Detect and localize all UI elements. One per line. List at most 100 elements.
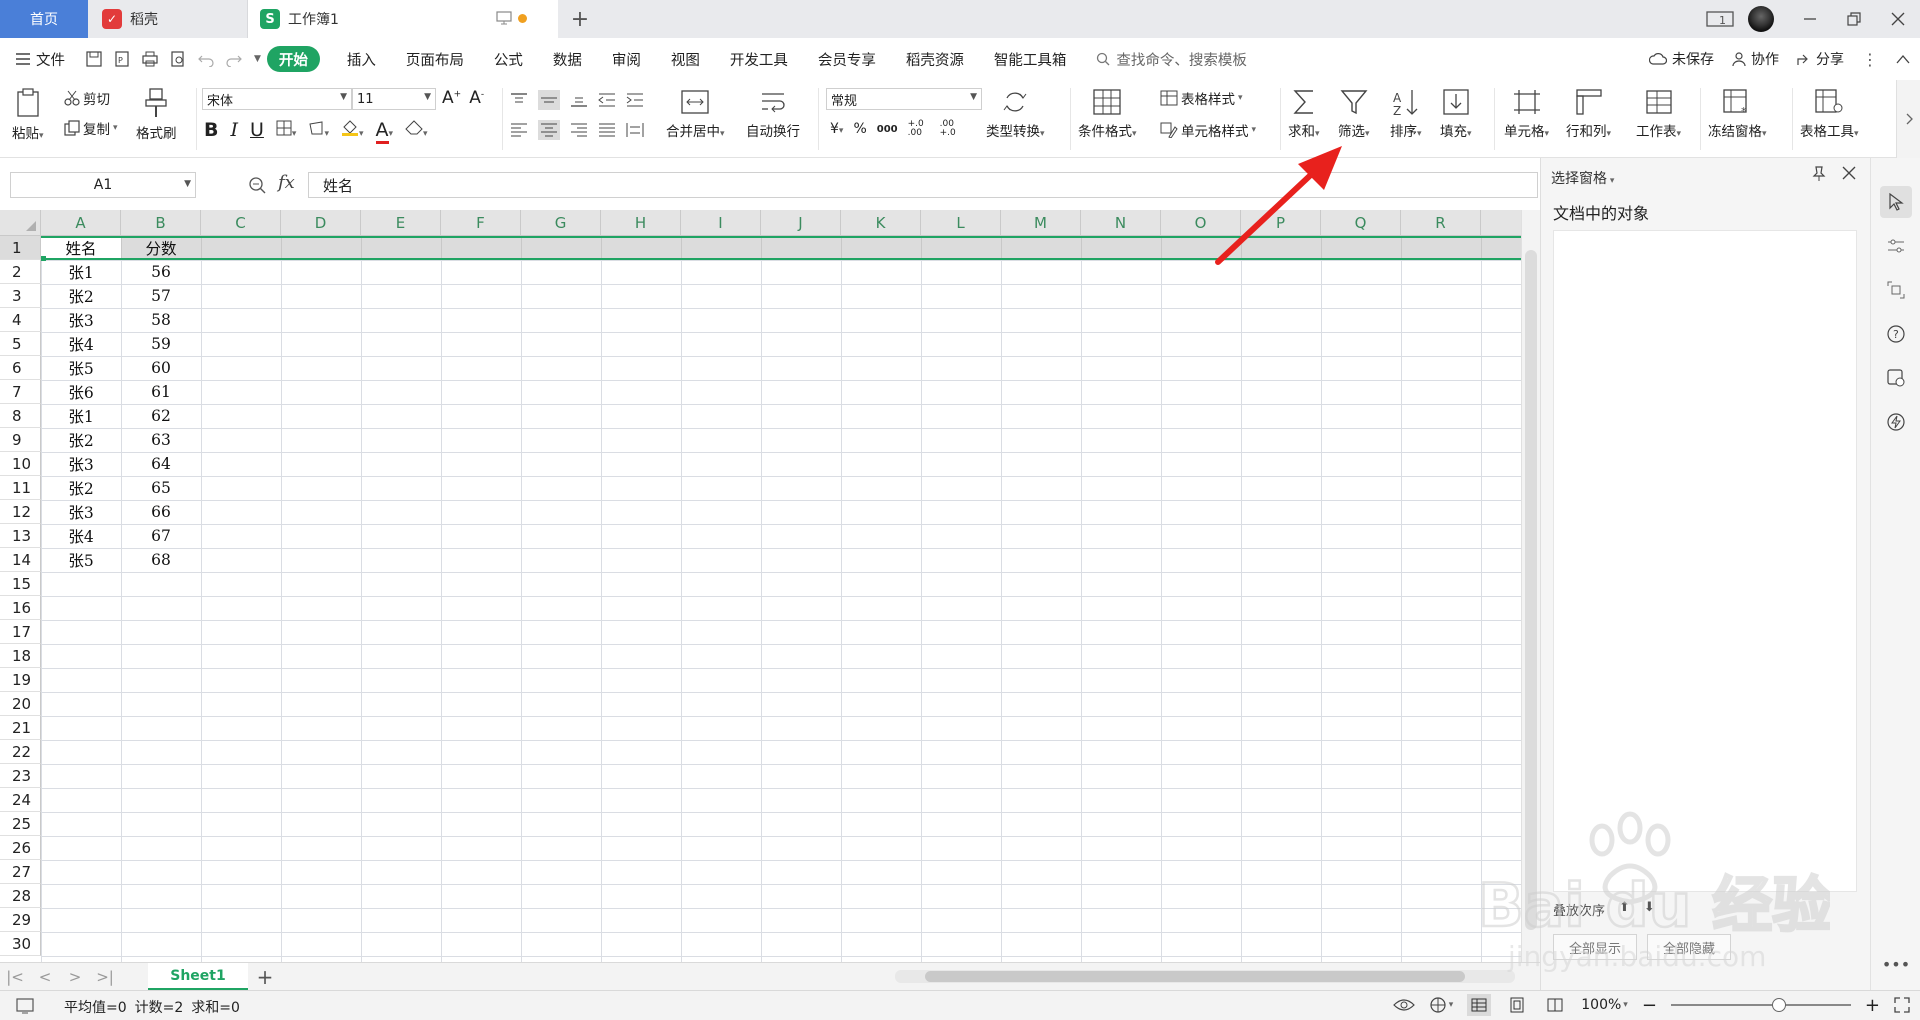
horizontal-scrollbar[interactable]: [895, 970, 1515, 983]
row-header-1[interactable]: 1: [0, 236, 41, 260]
minimize-button[interactable]: [1788, 0, 1832, 38]
file-menu[interactable]: 文件: [0, 38, 80, 80]
justify-icon[interactable]: [598, 122, 616, 138]
column-header-i[interactable]: I: [681, 210, 761, 236]
cell-a6[interactable]: 张5: [41, 356, 121, 380]
row-header-8[interactable]: 8: [0, 404, 41, 428]
row-header-25[interactable]: 25: [0, 812, 41, 836]
cell-a2[interactable]: 张1: [41, 260, 121, 284]
align-bottom-icon[interactable]: [570, 92, 588, 108]
restore-button[interactable]: [1832, 0, 1876, 38]
horizontal-scroll-thumb[interactable]: [925, 971, 1465, 982]
filter-button[interactable]: 筛选▾: [1338, 88, 1370, 140]
cell-b10[interactable]: 64: [121, 452, 201, 476]
decrease-font-icon[interactable]: A-: [469, 88, 484, 108]
row-header-2[interactable]: 2: [0, 260, 41, 284]
macro-record-icon[interactable]: [16, 998, 36, 1014]
rail-properties-button[interactable]: [1880, 230, 1912, 262]
align-middle-icon[interactable]: [538, 90, 560, 110]
decrease-indent-icon[interactable]: [598, 92, 616, 108]
tab-page-layout[interactable]: 页面布局: [391, 38, 479, 80]
currency-format-button[interactable]: ¥▾: [830, 121, 843, 137]
rail-select-button[interactable]: [1880, 186, 1912, 218]
cell-b2[interactable]: 56: [121, 260, 201, 284]
share-button[interactable]: 分享: [1797, 49, 1844, 69]
rail-chart-button[interactable]: [1880, 362, 1912, 394]
export-pdf-icon[interactable]: P: [114, 51, 130, 67]
row-header-18[interactable]: 18: [0, 644, 41, 668]
next-sheet-button[interactable]: >: [60, 968, 90, 986]
column-header-m[interactable]: M: [1001, 210, 1081, 236]
close-window-button[interactable]: [1876, 0, 1920, 38]
unsaved-button[interactable]: 未保存: [1649, 49, 1714, 69]
cell-a11[interactable]: 张2: [41, 476, 121, 500]
align-right-icon[interactable]: [570, 122, 588, 138]
row-header-9[interactable]: 9: [0, 428, 41, 452]
tab-docer-resources[interactable]: 稻壳资源: [891, 38, 979, 80]
clear-format-icon[interactable]: ▾: [405, 119, 428, 141]
tab-developer[interactable]: 开发工具: [715, 38, 803, 80]
underline-icon[interactable]: U: [250, 119, 264, 141]
column-header-n[interactable]: N: [1081, 210, 1161, 236]
select-all-corner[interactable]: [0, 210, 41, 236]
command-search[interactable]: 查找命令、搜索模板: [1081, 38, 1262, 80]
insert-function-button[interactable]: fx: [278, 172, 295, 193]
rail-quick-button[interactable]: [1880, 406, 1912, 438]
paste-button[interactable]: 粘贴▾: [12, 88, 44, 142]
copy-button[interactable]: 复制 ▾: [64, 118, 118, 138]
tab-home-ribbon[interactable]: 开始: [266, 46, 320, 72]
row-header-20[interactable]: 20: [0, 692, 41, 716]
row-header-11[interactable]: 11: [0, 476, 41, 500]
selection-pane-title[interactable]: 选择窗格 ▾: [1551, 168, 1614, 188]
font-color-icon[interactable]: A▾: [375, 118, 393, 144]
zoom-out-button[interactable]: −: [1642, 995, 1657, 1016]
bold-icon[interactable]: B: [204, 119, 218, 141]
font-name-select[interactable]: 宋体 ▼: [202, 88, 352, 110]
cell-b14[interactable]: 68: [121, 548, 201, 572]
cell-a14[interactable]: 张5: [41, 548, 121, 572]
tab-docer[interactable]: ✓ 稻壳: [88, 0, 248, 38]
font-size-select[interactable]: 11 ▼: [352, 88, 436, 110]
ribbon-scroll-right[interactable]: [1896, 80, 1920, 158]
tab-smart-toolbox[interactable]: 智能工具箱: [979, 38, 1082, 80]
zoom-formula-icon[interactable]: [248, 176, 268, 194]
table-style-button[interactable]: 表格样式 ▾: [1160, 88, 1243, 108]
prev-sheet-button[interactable]: <: [30, 968, 60, 986]
cell-a8[interactable]: 张1: [41, 404, 121, 428]
cell-b6[interactable]: 60: [121, 356, 201, 380]
column-header-g[interactable]: G: [521, 210, 601, 236]
name-box[interactable]: A1 ▼: [10, 172, 196, 198]
tab-member[interactable]: 会员专享: [803, 38, 891, 80]
pin-icon[interactable]: [1812, 166, 1826, 182]
quick-access-more-icon[interactable]: ▼: [254, 54, 261, 64]
fill-color-icon[interactable]: ▾: [341, 118, 364, 141]
cell-b8[interactable]: 62: [121, 404, 201, 428]
increase-indent-icon[interactable]: [626, 92, 644, 108]
tab-home[interactable]: 首页: [0, 0, 88, 38]
worksheet-button[interactable]: 工作表▾: [1636, 88, 1681, 140]
collaborate-button[interactable]: 协作: [1732, 49, 1779, 69]
cell-a9[interactable]: 张2: [41, 428, 121, 452]
print-icon[interactable]: [142, 51, 158, 67]
cut-button[interactable]: 剪切: [64, 88, 110, 108]
header-cell-b[interactable]: 分数: [121, 236, 201, 260]
tab-workbook[interactable]: S 工作簿1: [248, 0, 558, 38]
column-header-e[interactable]: E: [361, 210, 441, 236]
zoom-slider[interactable]: [1670, 998, 1851, 1012]
cell-a7[interactable]: 张6: [41, 380, 121, 404]
column-header-d[interactable]: D: [281, 210, 361, 236]
cell-b5[interactable]: 59: [121, 332, 201, 356]
cell-b3[interactable]: 57: [121, 284, 201, 308]
number-format-select[interactable]: 常规 ▼: [826, 88, 982, 110]
borders-icon[interactable]: ▾: [276, 119, 296, 141]
rail-transform-button[interactable]: [1880, 274, 1912, 306]
percent-format-button[interactable]: %: [853, 121, 866, 137]
row-header-26[interactable]: 26: [0, 836, 41, 860]
column-header-j[interactable]: J: [761, 210, 841, 236]
align-top-icon[interactable]: [510, 92, 528, 108]
undo-icon[interactable]: [198, 51, 214, 67]
reading-view-button[interactable]: [1543, 994, 1567, 1016]
sort-button[interactable]: AZ 排序▾: [1390, 88, 1422, 140]
spreadsheet-grid[interactable]: ABCDEFGHIJKLMNOPQR 1 2 3 4 5 6 7 8 9 10 11 12 13 14 15…: [0, 210, 1540, 962]
cell-a13[interactable]: 张4: [41, 524, 121, 548]
